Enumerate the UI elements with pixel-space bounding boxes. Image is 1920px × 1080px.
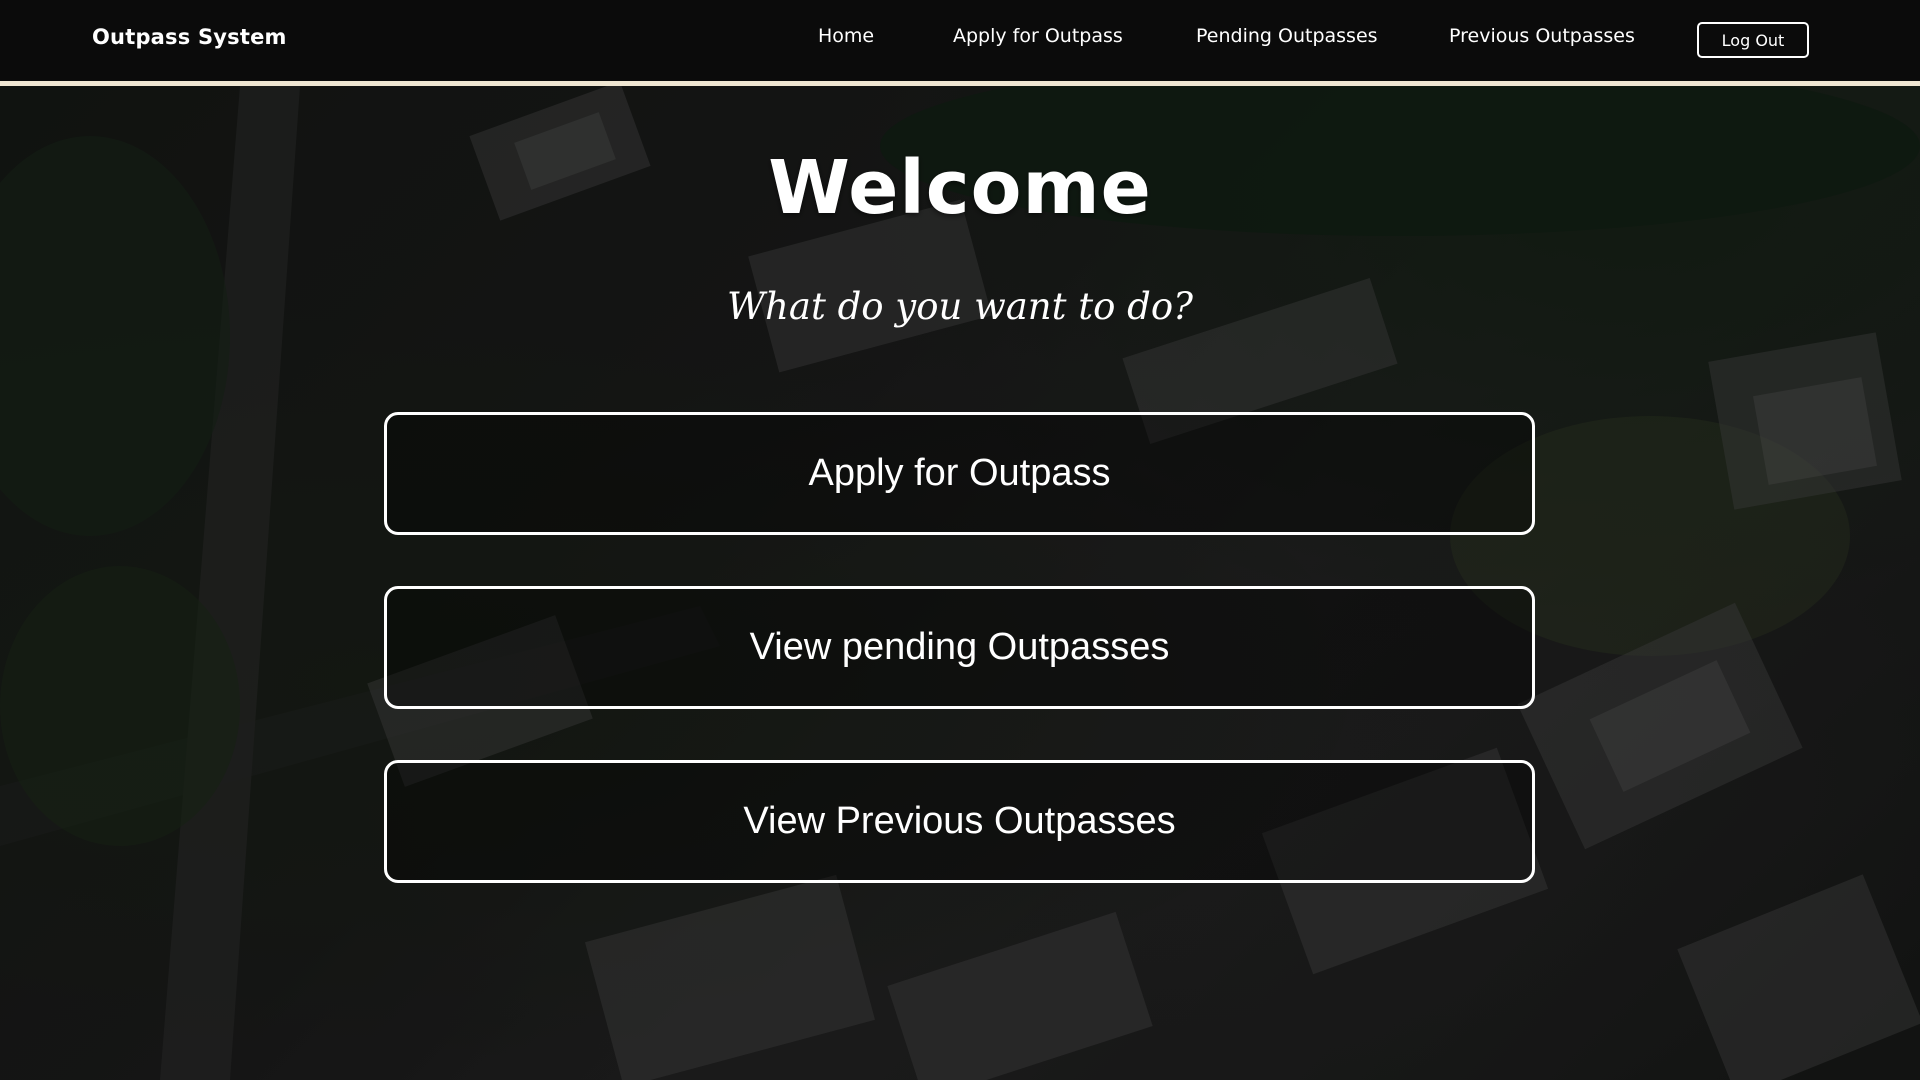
nav-pending-outpasses-link[interactable]: Pending Outpasses: [1196, 25, 1378, 47]
page: Outpass System Home Apply for Outpass Pe…: [0, 0, 1920, 1080]
logout-button[interactable]: Log Out: [1697, 22, 1809, 58]
nav-apply-outpass-link[interactable]: Apply for Outpass: [953, 25, 1123, 47]
page-title: Welcome: [768, 145, 1152, 231]
nav-previous-outpasses-link[interactable]: Previous Outpasses: [1449, 25, 1635, 47]
top-navbar: Outpass System Home Apply for Outpass Pe…: [0, 0, 1920, 86]
background-aerial-image: [0, 86, 1920, 1080]
brand-logo-text[interactable]: Outpass System: [92, 25, 287, 49]
view-pending-outpasses-button[interactable]: View pending Outpasses: [384, 586, 1535, 709]
nav-home-link[interactable]: Home: [818, 25, 874, 47]
background-dark-overlay: [0, 86, 1920, 1080]
view-previous-outpasses-button[interactable]: View Previous Outpasses: [384, 760, 1535, 883]
apply-outpass-button[interactable]: Apply for Outpass: [384, 412, 1535, 535]
page-subtitle: What do you want to do?: [727, 285, 1193, 328]
